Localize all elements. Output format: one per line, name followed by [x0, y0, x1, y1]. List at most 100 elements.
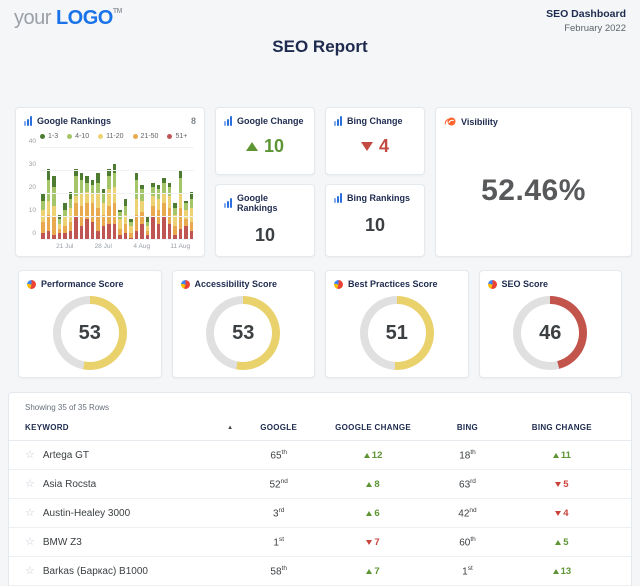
column-header-bing[interactable]: BING: [426, 423, 509, 432]
bar-segment: [41, 201, 45, 210]
bar-segment: [118, 219, 122, 228]
lighthouse-icon: [488, 280, 497, 289]
visibility-value: 52.46%: [444, 174, 623, 208]
keyword-label: BMW Z3: [43, 537, 82, 548]
stacked-bar: [102, 148, 106, 240]
bar-segment: [69, 208, 73, 222]
chart-xticks: 21 Jul28 Jul4 Aug11 Aug: [40, 240, 194, 252]
bar-segment: [179, 171, 183, 178]
bing-rankings-card: Bing Rankings 10: [325, 184, 425, 257]
bar-segment: [102, 226, 106, 240]
stacked-bar: [85, 148, 89, 240]
bar-segment: [124, 199, 128, 206]
column-header-keyword[interactable]: KEYWORD ▲: [25, 423, 237, 432]
score-card: Best Practices Score51: [325, 270, 469, 378]
legend-dot: [167, 134, 172, 139]
bar-segment: [102, 203, 106, 215]
down-arrow-icon: [366, 540, 372, 545]
star-icon[interactable]: ☆: [25, 508, 35, 519]
stacked-bar: [179, 148, 183, 240]
sort-asc-icon[interactable]: ▲: [227, 425, 233, 431]
bar-segment: [52, 217, 56, 235]
bar-segment: [85, 219, 89, 240]
bar-segment: [80, 226, 84, 240]
gridline: [40, 147, 194, 148]
keyword-label: Artega GT: [43, 450, 89, 461]
bar-segment: [162, 203, 166, 217]
chart-bars: [40, 148, 194, 240]
legend-item: 1-3: [40, 133, 58, 140]
score-card-title: Performance Score: [41, 279, 153, 289]
bar-segment: [135, 199, 139, 215]
keyword-label: Barkas (Баркас) B1000: [43, 566, 148, 577]
stacked-bar: [151, 148, 155, 240]
stacked-bar: [69, 148, 73, 240]
bar-segment: [151, 187, 155, 196]
bar-segment: [184, 226, 188, 240]
bar-segment: [69, 199, 73, 208]
bar-segment: [96, 208, 100, 231]
bar-segment: [151, 196, 155, 205]
bar-segment: [113, 203, 117, 224]
google-change-title: Google Change: [237, 116, 306, 126]
bar-segment: [190, 222, 194, 231]
bar-segment: [173, 208, 177, 215]
score-card-header: SEO Score: [488, 279, 614, 289]
legend-label: 51+: [175, 133, 187, 140]
stacked-bar: [58, 148, 62, 240]
bar-segment: [157, 224, 161, 240]
table-row[interactable]: ☆Asia Rocsta52nd863rd5: [9, 470, 631, 499]
y-axis-label: 0: [24, 230, 36, 237]
star-icon[interactable]: ☆: [25, 566, 35, 577]
stacked-bar: [47, 148, 51, 240]
bing-rank-cell: 18th: [426, 449, 509, 461]
table-row[interactable]: ☆Artega GT65th1218th11: [9, 441, 631, 470]
up-arrow-icon: [366, 569, 372, 574]
table-row[interactable]: ☆Barkas (Баркас) B100058th71st13: [9, 557, 631, 586]
bar-segment: [140, 189, 144, 201]
bar-segment: [41, 194, 45, 201]
bar-segment: [135, 215, 139, 231]
table-row[interactable]: ☆BMW Z31st760th5: [9, 528, 631, 557]
score-value: 51: [368, 304, 426, 362]
bing-rankings-title: Bing Rankings: [347, 193, 416, 203]
legend-label: 21-50: [141, 133, 159, 140]
bar-segment: [96, 173, 100, 182]
bar-segment: [113, 173, 117, 187]
score-card-header: Performance Score: [27, 279, 153, 289]
bar-segment: [107, 189, 111, 205]
bar-chart-icon: [334, 193, 342, 203]
column-header-google[interactable]: GOOGLE: [237, 423, 320, 432]
stacked-bar: [168, 148, 172, 240]
stacked-bar: [63, 148, 67, 240]
stacked-bar: [41, 148, 45, 240]
table-row[interactable]: ☆Austin-Healey 30003rd642nd4: [9, 499, 631, 528]
score-value: 53: [214, 304, 272, 362]
chart-plot: 010203040: [40, 148, 194, 240]
bing-rank-cell: 42nd: [426, 507, 509, 519]
logo-brand: LOGO: [56, 7, 113, 29]
bar-segment: [74, 217, 78, 240]
lighthouse-icon: [27, 280, 36, 289]
bar-segment: [179, 178, 183, 194]
star-icon[interactable]: ☆: [25, 479, 35, 490]
chart-card-menu[interactable]: 8: [191, 116, 196, 126]
star-icon[interactable]: ☆: [25, 537, 35, 548]
score-value: 53: [61, 304, 119, 362]
column-header-google-change[interactable]: GOOGLE CHANGE: [320, 423, 426, 432]
score-card-title: Accessibility Score: [195, 279, 307, 289]
column-header-bing-change[interactable]: BING CHANGE: [509, 423, 615, 432]
star-icon[interactable]: ☆: [25, 450, 35, 461]
google-rankings-title: Google Rankings: [237, 193, 306, 213]
x-axis-label: 11 Aug: [170, 243, 190, 250]
score-card: Accessibility Score 53: [172, 270, 316, 378]
bar-segment: [91, 222, 95, 240]
stacked-bar: [129, 148, 133, 240]
score-card-title: SEO Score: [502, 279, 614, 289]
stacked-bar: [184, 148, 188, 240]
bar-segment: [47, 180, 51, 201]
logo: your LOGOTM: [14, 8, 122, 28]
bar-segment: [118, 229, 122, 236]
chart-legend: 1-34-1011-2021-5051+: [40, 133, 196, 140]
google-change-card: Google Change 10: [215, 107, 315, 175]
